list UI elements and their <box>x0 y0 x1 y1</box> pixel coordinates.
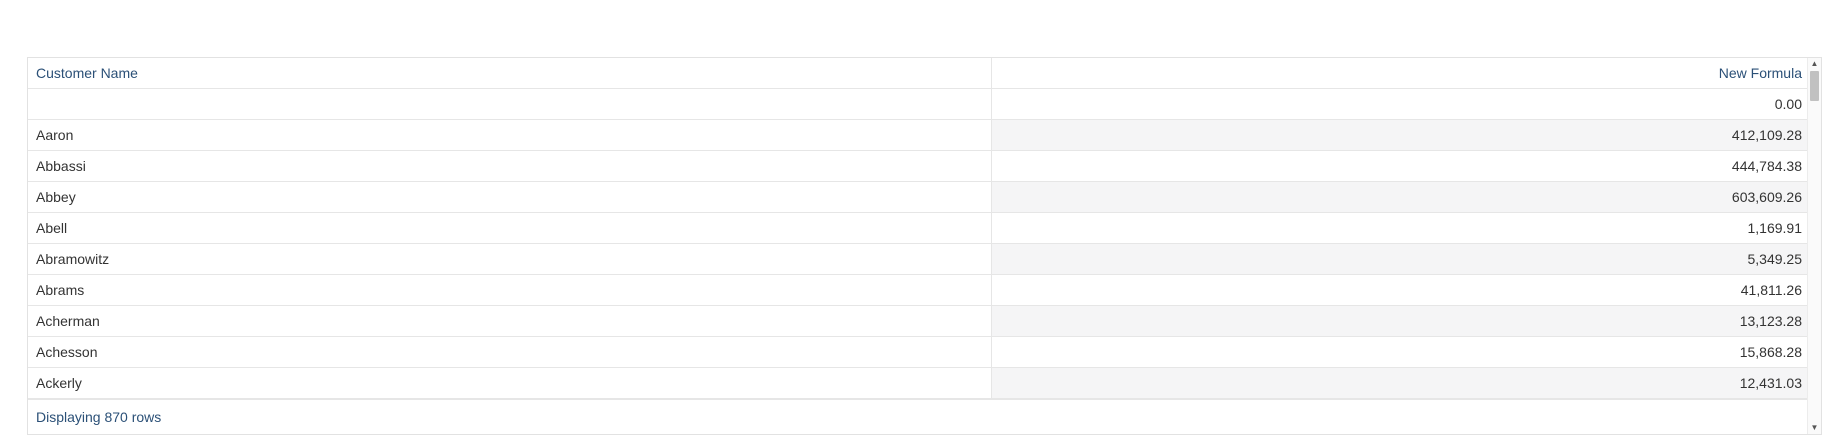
new-formula-cell: 41,811.26 <box>1740 282 1802 298</box>
customer-name-cell: Abell <box>28 213 992 243</box>
new-formula-cell: 603,609.26 <box>992 182 1809 212</box>
new-formula-cell: 15,868.28 <box>1739 344 1802 360</box>
table-row[interactable]: Ackerly 12,431.03 <box>28 368 1809 399</box>
new-formula-cell: 13,123.28 <box>992 306 1809 336</box>
row-count-status: Displaying 870 rows <box>28 399 1809 434</box>
customer-name-cell: Abbey <box>28 182 992 212</box>
customer-name-cell: Abrams <box>28 275 992 305</box>
column-header-new-formula[interactable]: New Formula <box>992 58 1809 88</box>
triangle-down-icon[interactable]: ▼ <box>1808 422 1821 434</box>
customer-name-cell: Acherman <box>28 306 992 336</box>
table-header-row: Customer Name New Formula <box>28 58 1809 89</box>
column-header-customer-name[interactable]: Customer Name <box>28 58 992 88</box>
customer-name-cell: Abramowitz <box>28 244 992 274</box>
table-row[interactable]: Aaron 412,109.28 <box>28 120 1809 151</box>
table-row[interactable]: Abbey 603,609.26 <box>28 182 1809 213</box>
table-row[interactable]: Abramowitz 5,349.25 <box>28 244 1809 275</box>
vertical-scrollbar[interactable]: ▲ ▼ <box>1807 58 1821 434</box>
new-formula-cell: 12,431.03 <box>992 368 1809 398</box>
customer-name-cell <box>28 89 992 119</box>
table-row[interactable]: Abrams 41,811.26 <box>28 275 1809 306</box>
table-row[interactable]: Abell 1,169.91 <box>28 213 1809 244</box>
table-grid: Customer Name New Formula 0.00 Aaron 412… <box>28 58 1809 399</box>
new-formula-cell: 1,169.91 <box>1747 220 1803 236</box>
customer-name-cell: Achesson <box>28 337 992 367</box>
table-row[interactable]: Abbassi 444,784.38 <box>28 151 1809 182</box>
customer-name-cell: Ackerly <box>28 368 992 398</box>
scroll-thumb[interactable] <box>1810 71 1819 101</box>
new-formula-cell: 412,109.28 <box>992 120 1809 150</box>
customer-name-cell: Abbassi <box>28 151 992 181</box>
data-table: Customer Name New Formula 0.00 Aaron 412… <box>27 57 1822 435</box>
table-row[interactable]: 0.00 <box>28 89 1809 120</box>
triangle-up-icon[interactable]: ▲ <box>1808 58 1821 70</box>
table-row[interactable]: Achesson 15,868.28 <box>28 337 1809 368</box>
new-formula-cell: 5,349.25 <box>992 244 1809 274</box>
new-formula-cell: 444,784.38 <box>1731 158 1802 174</box>
new-formula-cell: 0.00 <box>1774 96 1802 112</box>
customer-name-cell: Aaron <box>28 120 992 150</box>
table-row[interactable]: Acherman 13,123.28 <box>28 306 1809 337</box>
